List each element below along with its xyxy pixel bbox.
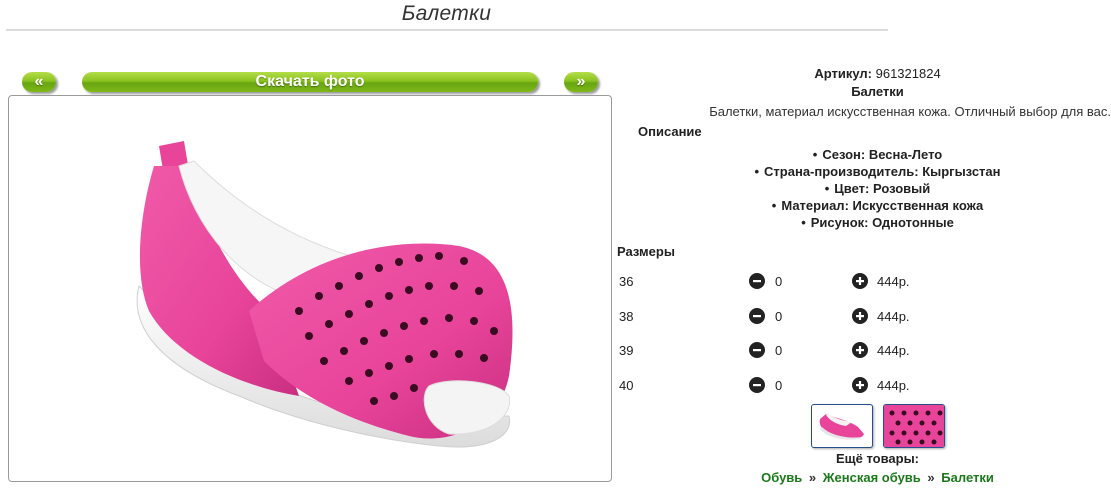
page-title: Балетки xyxy=(401,2,492,25)
breadcrumb-separator: » xyxy=(808,470,817,485)
size-value: 36 xyxy=(619,274,634,289)
price-value: 444р. xyxy=(877,309,910,324)
size-value: 39 xyxy=(619,343,634,358)
product-name: Балетки xyxy=(851,84,904,99)
property-item: Цвет: Розовый xyxy=(614,180,1111,197)
minus-circle-icon[interactable] xyxy=(749,308,765,324)
price-value: 444р. xyxy=(877,378,910,393)
quantity-value: 0 xyxy=(775,274,783,289)
breadcrumb-link-ballet-flats[interactable]: Балетки xyxy=(941,470,994,485)
price-value: 444р. xyxy=(877,274,910,289)
more-products-label: Ещё товары: xyxy=(835,451,920,466)
thumbnail-detail-view[interactable] xyxy=(883,404,945,448)
download-photo-button[interactable]: Скачать фото xyxy=(82,72,538,92)
article-line: Артикул: 961321824 xyxy=(614,66,1111,81)
property-item: Рисунок: Однотонные xyxy=(614,214,1111,231)
quantity-value: 0 xyxy=(775,343,783,358)
price-value: 444р. xyxy=(877,343,910,358)
breadcrumb-separator: » xyxy=(927,470,935,485)
minus-circle-icon[interactable] xyxy=(749,342,765,358)
property-item: Материал: Искусственная кожа xyxy=(614,197,1111,214)
description-heading: Описание xyxy=(638,124,702,139)
breadcrumb: Обувь » Женская обувь » Балетки xyxy=(614,470,1111,485)
size-row: 38 0 444р. xyxy=(614,306,1111,328)
texture-thumbnail-icon xyxy=(884,405,944,447)
size-row: 36 0 444р. xyxy=(614,271,1111,293)
size-value: 38 xyxy=(619,309,634,324)
properties-list: Сезон: Весна-Лето Страна-производитель: … xyxy=(614,146,1111,231)
minus-circle-icon[interactable] xyxy=(749,273,765,289)
minus-circle-icon[interactable] xyxy=(749,377,765,393)
plus-circle-icon[interactable] xyxy=(852,308,868,324)
size-value: 40 xyxy=(619,378,634,393)
thumbnail-side-view[interactable] xyxy=(811,404,873,448)
product-description: Балетки, материал искусственная кожа. От… xyxy=(709,104,1111,119)
breadcrumb-link-shoes[interactable]: Обувь xyxy=(761,470,802,485)
plus-circle-icon[interactable] xyxy=(852,342,868,358)
shoe-thumbnail-icon xyxy=(819,413,864,440)
title-divider xyxy=(6,29,888,31)
size-row: 40 0 444р. xyxy=(614,375,1111,397)
sizes-heading: Размеры xyxy=(617,244,675,259)
product-photo[interactable] xyxy=(8,95,612,482)
next-photo-button[interactable]: » xyxy=(564,72,598,92)
plus-circle-icon[interactable] xyxy=(852,273,868,289)
prev-photo-button[interactable]: « xyxy=(22,72,56,92)
property-item: Страна-производитель: Кыргызстан xyxy=(614,163,1111,180)
article-value: 961321824 xyxy=(875,66,941,81)
breadcrumb-link-womens-shoes[interactable]: Женская обувь xyxy=(823,470,921,485)
property-item: Сезон: Весна-Лето xyxy=(614,146,1111,163)
quantity-value: 0 xyxy=(775,309,783,324)
size-row: 39 0 444р. xyxy=(614,340,1111,362)
plus-circle-icon[interactable] xyxy=(852,377,868,393)
article-label: Артикул: xyxy=(814,66,872,81)
quantity-value: 0 xyxy=(775,378,783,393)
shoe-image xyxy=(136,141,513,448)
